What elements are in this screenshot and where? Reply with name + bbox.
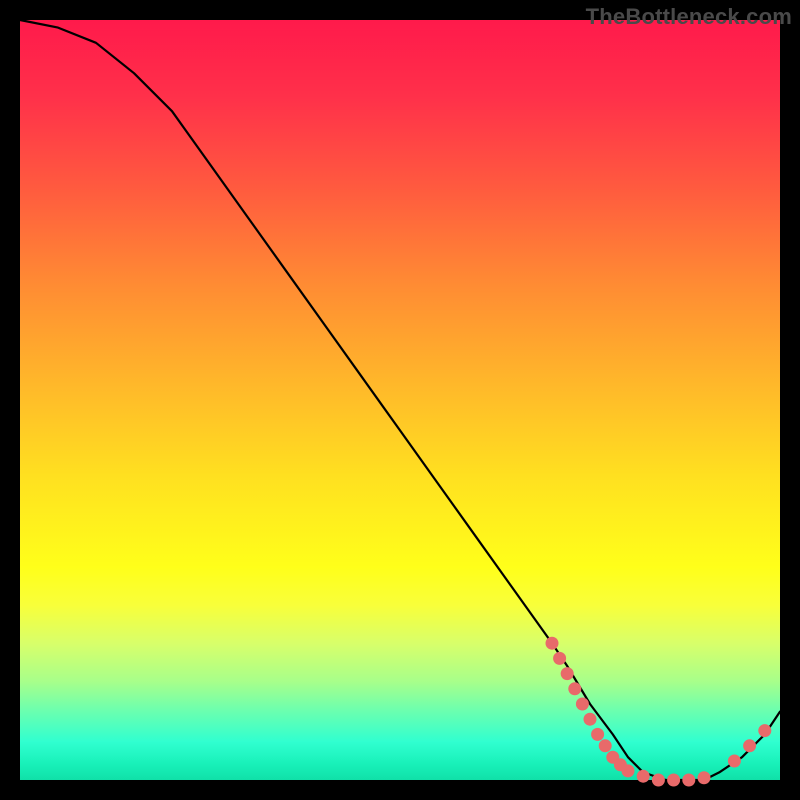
curve-marker [667,774,680,787]
curve-marker [637,770,650,783]
curve-marker [568,682,581,695]
curve-marker [591,728,604,741]
curve-marker [728,755,741,768]
curve-marker [561,667,574,680]
curve-marker [584,713,597,726]
watermark-text: TheBottleneck.com [586,4,792,30]
curve-marker [599,739,612,752]
curve-marker [743,739,756,752]
curve-marker [553,652,566,665]
curve-marker [698,771,711,784]
curve-marker [622,764,635,777]
bottleneck-curve [20,20,780,780]
curve-marker [682,774,695,787]
curve-marker [652,774,665,787]
chart-svg [20,20,780,780]
curve-marker [758,724,771,737]
chart-gradient-area [20,20,780,780]
curve-marker [546,637,559,650]
curve-markers [546,637,772,787]
curve-marker [576,698,589,711]
